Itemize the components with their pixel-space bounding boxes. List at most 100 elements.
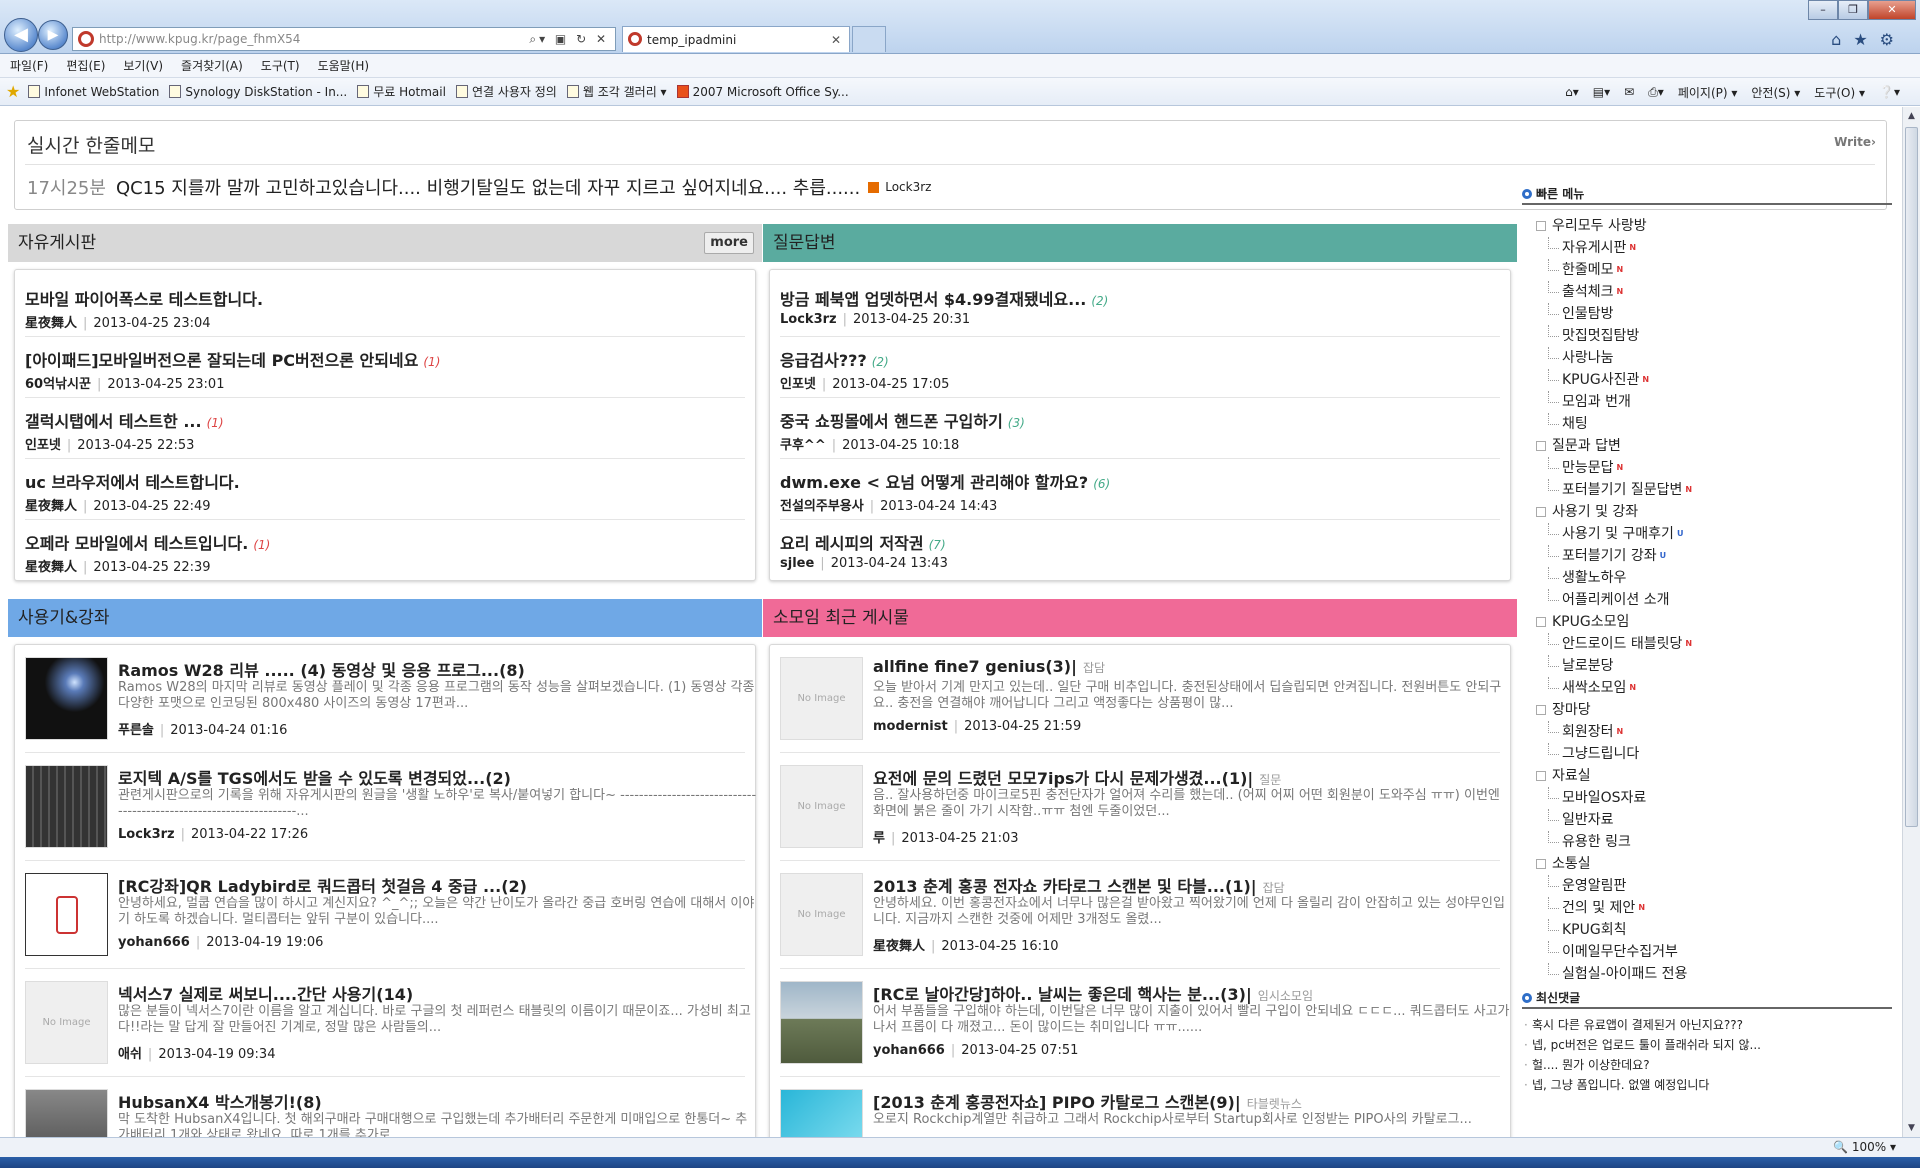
comment-count[interactable]: (2) bbox=[872, 355, 889, 369]
more-button[interactable]: more bbox=[704, 232, 754, 254]
menu-edit[interactable]: 편집(E) bbox=[66, 57, 105, 74]
memo-write-link[interactable]: Write› bbox=[1834, 135, 1876, 149]
post-author[interactable]: 星夜舞人 bbox=[25, 560, 77, 575]
favorites-star-icon[interactable]: ★ bbox=[6, 82, 20, 101]
gear-icon[interactable]: ⚙ bbox=[1880, 30, 1906, 49]
menu-group-2[interactable]: 사용기 및 강좌 bbox=[1522, 501, 1892, 523]
post-thumbnail[interactable]: No Image bbox=[780, 657, 863, 740]
favorite-link[interactable]: 무료 Hotmail bbox=[357, 83, 446, 100]
post-title[interactable]: [2013 춘계 홍콩전자쇼] PIPO 카탈로그 스캔본(9)| 타블렛뉴스 bbox=[873, 1089, 1302, 1113]
post-title[interactable]: [RC로 날아간당]하아.. 날씨는 좋은데 핵사는 분...(3)| 임시소모임 bbox=[873, 981, 1313, 1005]
post-title-text[interactable]: 요전에 문의 드렸던 모모7ips가 다시 문제가생겼... bbox=[873, 769, 1222, 788]
close-tab-icon[interactable]: ✕ bbox=[831, 27, 841, 53]
scroll-thumb[interactable] bbox=[1905, 127, 1918, 827]
menu-group-5[interactable]: 자료실 bbox=[1522, 765, 1892, 787]
forward-button[interactable]: ▶ bbox=[38, 20, 68, 50]
menu-item[interactable]: 인물탐방 bbox=[1522, 303, 1892, 325]
post-title-text[interactable]: 응급검사??? bbox=[780, 351, 867, 370]
post-thumbnail[interactable] bbox=[780, 981, 863, 1064]
post-author[interactable]: 60억낚시꾼 bbox=[25, 377, 91, 392]
post-title[interactable]: uc 브라우저에서 테스트합니다. bbox=[25, 469, 240, 493]
post-title[interactable]: [아이패드]모바일버전으론 잘되는데 PC버전으론 안되네요 (1) bbox=[25, 347, 440, 371]
menu-group-1[interactable]: 질문과 답변 bbox=[1522, 435, 1892, 457]
favorite-link[interactable]: Synology DiskStation - In... bbox=[169, 85, 347, 99]
menu-item[interactable]: 모바일OS자료 bbox=[1522, 787, 1892, 809]
comment-count[interactable]: (1) bbox=[423, 355, 440, 369]
menu-view[interactable]: 보기(V) bbox=[123, 57, 163, 74]
menu-item[interactable]: 건의 및 제안 N bbox=[1522, 897, 1892, 919]
menu-item[interactable]: 어플리케이션 소개 bbox=[1522, 589, 1892, 611]
menu-item[interactable]: 유용한 링크 bbox=[1522, 831, 1892, 853]
post-author[interactable]: Lock3rz bbox=[118, 827, 175, 842]
qna-board-title[interactable]: 질문답변 bbox=[773, 233, 836, 253]
post-author[interactable]: sjlee bbox=[780, 556, 814, 571]
mail-icon[interactable]: ✉ bbox=[1624, 85, 1634, 99]
post-thumbnail[interactable] bbox=[25, 765, 108, 848]
post-author[interactable]: 星夜舞人 bbox=[25, 499, 77, 514]
post-author[interactable]: 인포넷 bbox=[780, 377, 816, 392]
menu-item[interactable]: 운영알림판 bbox=[1522, 875, 1892, 897]
post-author[interactable]: 인포넷 bbox=[25, 438, 61, 453]
menu-group-0[interactable]: 우리모두 사랑방 bbox=[1522, 215, 1892, 237]
close-button[interactable]: ✕ bbox=[1868, 0, 1916, 20]
post-title-text[interactable]: [RC강좌]QR Ladybird로 쿼드콥터 첫걸음 4 중급 ... bbox=[118, 877, 501, 896]
post-title[interactable]: 요리 레시피의 저작권 (7) bbox=[780, 530, 946, 554]
menu-favorites[interactable]: 즐겨찾기(A) bbox=[181, 57, 243, 74]
post-title-text[interactable]: Ramos W28 리뷰 ..... (4) 동영상 및 응용 프로그... bbox=[118, 661, 499, 680]
menu-item[interactable]: 출석체크 N bbox=[1522, 281, 1892, 303]
menu-item[interactable]: 사용기 및 구매후기 U bbox=[1522, 523, 1892, 545]
comment-count[interactable]: (1) bbox=[1225, 877, 1251, 896]
comment-count[interactable]: (1) bbox=[207, 416, 224, 430]
print-icon[interactable]: ⎙▾ bbox=[1648, 85, 1664, 100]
menu-help[interactable]: 도움말(H) bbox=[318, 57, 370, 74]
menu-item[interactable]: KPUG회칙 bbox=[1522, 919, 1892, 941]
menu-item[interactable]: 이메일무단수집거부 bbox=[1522, 941, 1892, 963]
command-page[interactable]: 페이지(P) ▾ bbox=[1678, 84, 1738, 101]
menu-item[interactable]: 만능문답 N bbox=[1522, 457, 1892, 479]
post-title-text[interactable]: 방금 페북앱 업뎃하면서 $4.99결재됐네요... bbox=[780, 290, 1086, 309]
post-title-text[interactable]: 2013 춘계 홍콩 전자쇼 카타로그 스캔본 및 타블... bbox=[873, 877, 1225, 896]
comment-count[interactable]: (3) bbox=[1008, 416, 1025, 430]
vertical-scrollbar[interactable]: ▲ ▼ bbox=[1902, 107, 1920, 1137]
scroll-down-icon[interactable]: ▼ bbox=[1903, 1119, 1920, 1137]
menu-item[interactable]: 일반자료 bbox=[1522, 809, 1892, 831]
post-author[interactable]: 애쉬 bbox=[118, 1047, 142, 1062]
post-author[interactable]: 푸른솔 bbox=[118, 723, 154, 738]
menu-item[interactable]: 새싹소모임 N bbox=[1522, 677, 1892, 699]
post-category[interactable]: 잡담 bbox=[1263, 881, 1285, 895]
home-icon[interactable]: ⌂ bbox=[1831, 30, 1853, 49]
post-author[interactable]: Lock3rz bbox=[780, 312, 837, 327]
post-title[interactable]: allfine fine7 genius(3)| 잡담 bbox=[873, 657, 1105, 676]
post-thumbnail[interactable]: No Image bbox=[780, 873, 863, 956]
menu-file[interactable]: 파일(F) bbox=[10, 57, 48, 74]
menu-item[interactable]: 모임과 번개 bbox=[1522, 391, 1892, 413]
favorite-link[interactable]: 웹 조각 갤러리 ▾ bbox=[566, 83, 667, 100]
memo-message[interactable]: QC15 지를까 말까 고민하고있습니다.... 비행기탈일도 없는데 자꾸 지… bbox=[116, 174, 860, 200]
menu-item[interactable]: 안드로이드 태블릿당 N bbox=[1522, 633, 1892, 655]
command-tools[interactable]: 도구(O) ▾ bbox=[1814, 84, 1865, 101]
post-title[interactable]: 응급검사??? (2) bbox=[780, 347, 889, 371]
menu-tools[interactable]: 도구(T) bbox=[261, 57, 300, 74]
recent-comment[interactable]: 넵, 그냥 폼입니다. 없앨 예정입니다 bbox=[1522, 1075, 1892, 1095]
favorite-link[interactable]: 연결 사용자 정의 bbox=[455, 83, 557, 100]
menu-item[interactable]: 회원장터 N bbox=[1522, 721, 1892, 743]
maximize-button[interactable]: ❐ bbox=[1838, 0, 1868, 20]
post-title[interactable]: 갤럭시탭에서 테스트한 ... (1) bbox=[25, 408, 224, 432]
post-title[interactable]: HubsanX4 박스개봉기!(8) bbox=[118, 1089, 322, 1113]
post-author[interactable]: 쿠후^^ bbox=[780, 438, 826, 453]
comment-count[interactable]: (2) bbox=[485, 769, 511, 788]
comment-count[interactable]: (1) bbox=[1222, 769, 1248, 788]
post-author[interactable]: 星夜舞人 bbox=[25, 316, 77, 331]
post-thumbnail[interactable] bbox=[780, 1089, 863, 1137]
post-title[interactable]: 방금 페북앱 업뎃하면서 $4.99결재됐네요... (2) bbox=[780, 286, 1108, 310]
post-author[interactable]: 星夜舞人 bbox=[873, 939, 925, 954]
menu-item[interactable]: 사랑나눔 bbox=[1522, 347, 1892, 369]
menu-group-6[interactable]: 소통실 bbox=[1522, 853, 1892, 875]
menu-item[interactable]: 채팅 bbox=[1522, 413, 1892, 435]
recent-comment[interactable]: 헐.... 뭔가 이상한데요? bbox=[1522, 1055, 1892, 1075]
post-title-text[interactable]: 로지텍 A/S를 TGS에서도 받을 수 있도록 변경되었... bbox=[118, 769, 485, 788]
comment-count[interactable]: (8) bbox=[296, 1093, 322, 1112]
command-safety[interactable]: 안전(S) ▾ bbox=[1751, 84, 1800, 101]
post-title[interactable]: 모바일 파이어폭스로 테스트합니다. bbox=[25, 286, 263, 310]
post-author[interactable]: modernist bbox=[873, 719, 948, 734]
